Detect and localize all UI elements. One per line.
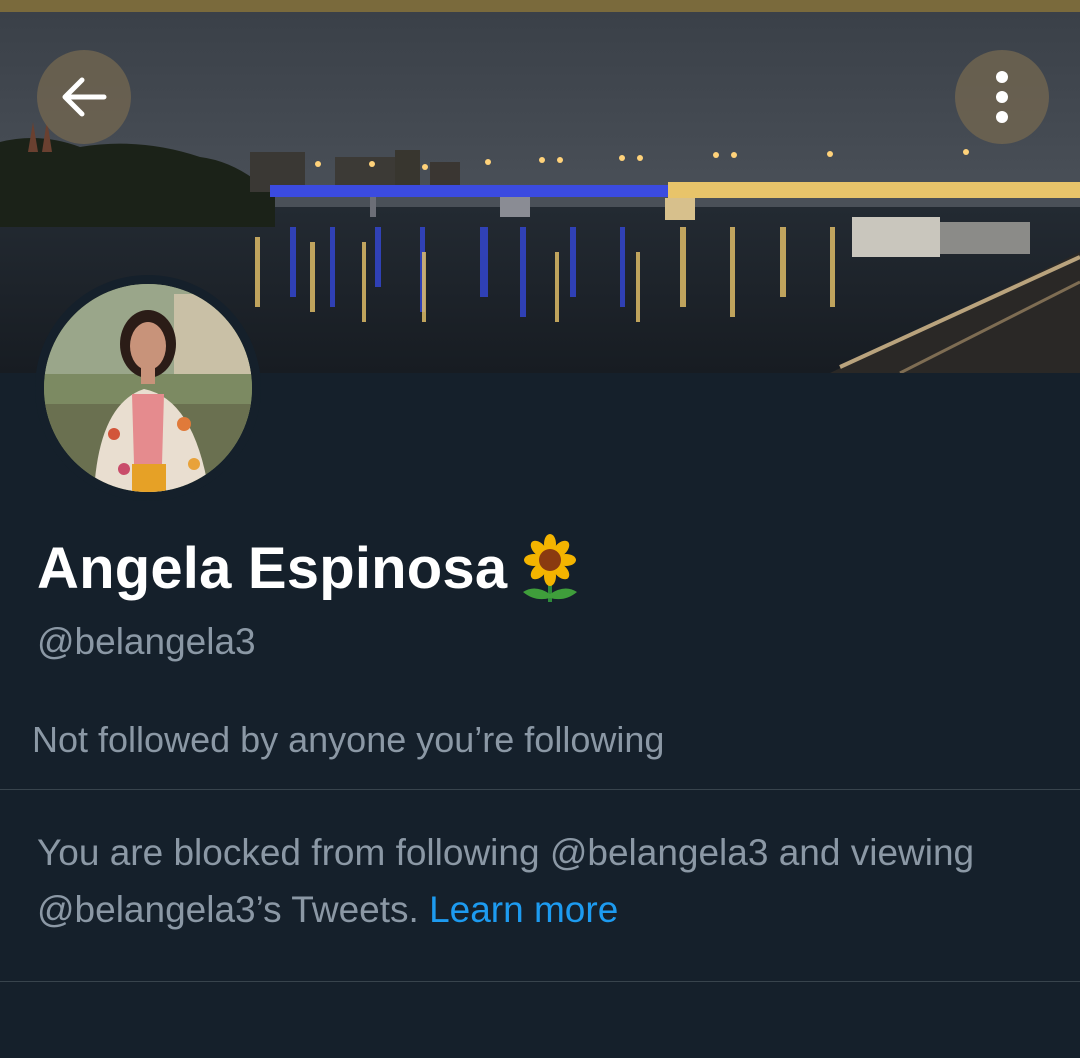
avatar[interactable]	[44, 284, 252, 492]
back-button[interactable]	[37, 50, 131, 144]
followed-by-text: Not followed by anyone you’re following	[32, 719, 665, 760]
sunflower-icon	[513, 532, 587, 606]
status-bar-strip	[0, 0, 1080, 12]
profile-name-row: Angela Espinosa	[37, 532, 587, 606]
more-vertical-icon	[996, 71, 1008, 123]
blocked-notice: You are blocked from following @belangel…	[37, 824, 1047, 938]
learn-more-link[interactable]: Learn more	[429, 889, 618, 930]
more-options-button[interactable]	[955, 50, 1049, 144]
arrow-left-icon	[62, 77, 107, 117]
divider	[0, 789, 1080, 790]
profile-avatar-frame	[35, 275, 261, 501]
display-name: Angela Espinosa	[37, 536, 508, 601]
divider	[0, 981, 1080, 982]
profile-handle: @belangela3	[37, 621, 256, 662]
